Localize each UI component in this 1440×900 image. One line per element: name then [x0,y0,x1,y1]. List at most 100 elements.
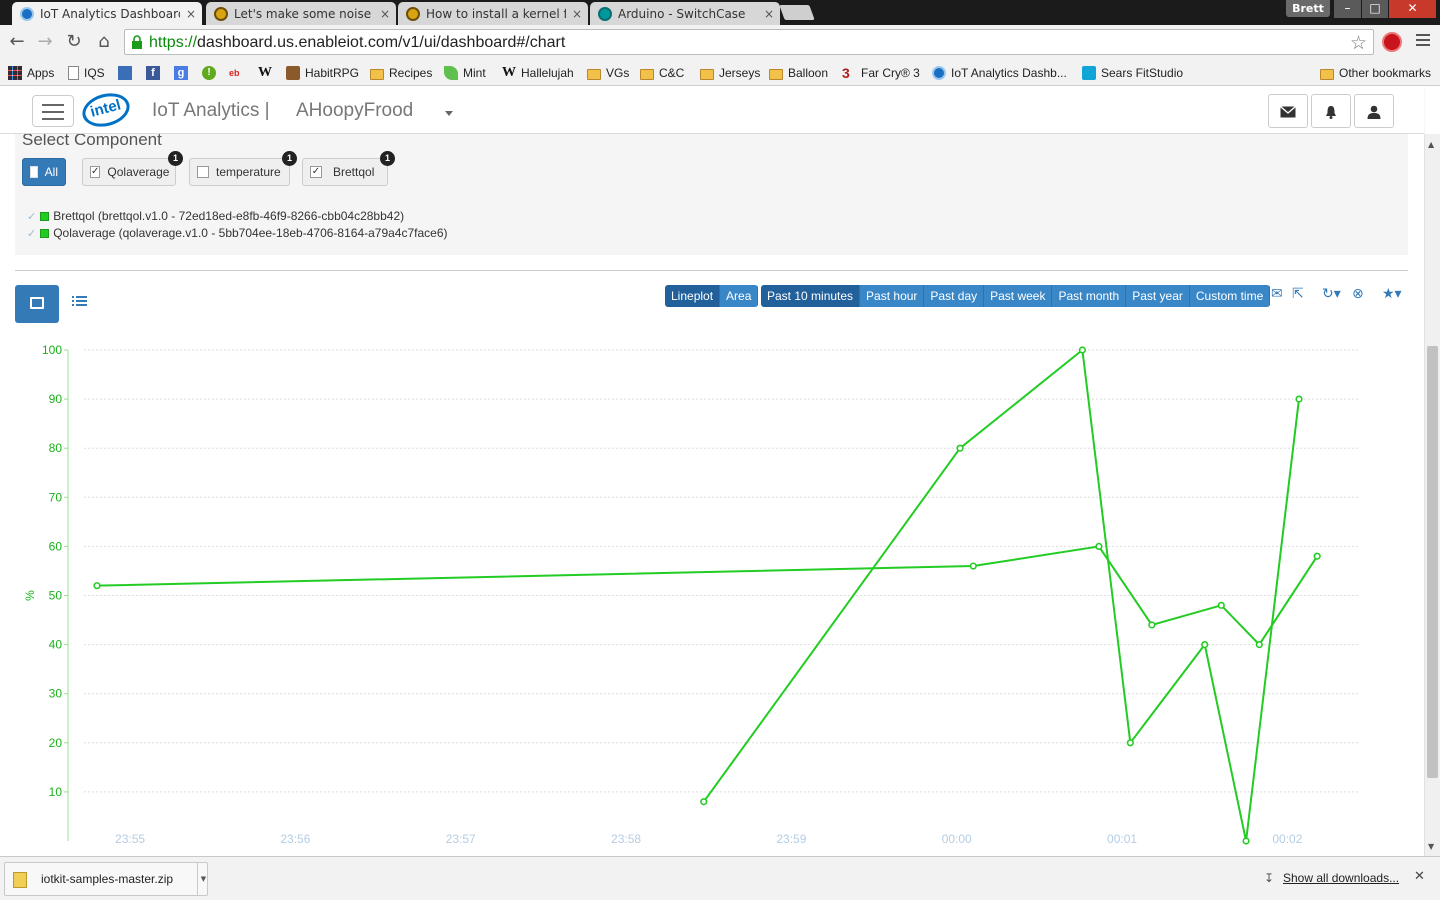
x-tick-label: 00:01 [1107,832,1137,846]
intel-logo: intel [78,88,134,132]
window-close-button[interactable]: ✕ [1389,0,1436,18]
component-temperature-toggle[interactable]: temperature 1 [189,151,297,186]
address-bar[interactable]: https://dashboard.us.enableiot.com/v1/ui… [124,29,1374,55]
notifications-button[interactable] [1311,94,1351,128]
chevron-down-icon[interactable] [445,111,453,116]
bookmark-star-icon[interactable]: ☆ [1350,32,1367,54]
sidebar-toggle-button[interactable] [32,95,74,127]
favorite-star-icon[interactable]: ★▾ [1382,286,1402,302]
clear-icon[interactable]: ⊗ [1352,286,1364,302]
data-point [700,798,708,806]
download-menu-chevron-icon[interactable]: ▼ [197,863,209,895]
page-scrollbar[interactable]: ▲ ▼ [1424,134,1440,856]
google-plus-icon: g [174,66,188,80]
tab-iot-analytics[interactable]: IoT Analytics Dashboard × [12,2,202,25]
bookmark-iot-analytics[interactable]: IoT Analytics Dashb... [932,63,1067,83]
data-point [1126,739,1134,747]
tab-close-icon[interactable]: × [764,7,774,21]
data-point [956,444,964,452]
tab-make-some-noise[interactable]: Let's make some noise (or × [206,2,396,25]
tab-close-icon[interactable]: × [380,7,390,21]
bookmark-sears-fitstudio[interactable]: Sears FitStudio [1082,63,1183,83]
bookmark-ebay[interactable]: eb [229,63,248,83]
bookmark-alert[interactable]: ! [202,63,221,83]
downloads-close-icon[interactable]: ✕ [1414,869,1425,884]
scrollbar-thumb[interactable] [1427,346,1438,778]
download-item[interactable]: iotkit-samples-master.zip ▼ [4,862,208,896]
forward-arrow-icon[interactable]: → [34,31,56,53]
bookmark-jerseys[interactable]: Jerseys [700,63,760,83]
bookmark-mint[interactable]: Mint [444,63,486,83]
bookmark-vgs[interactable]: VGs [587,63,629,83]
range-past-year[interactable]: Past year [1126,285,1190,307]
x-tick-label: 23:58 [611,832,641,846]
envelope-icon [1280,105,1296,118]
messages-button[interactable] [1268,94,1308,128]
bookmark-other-bookmarks[interactable]: Other bookmarks [1320,63,1431,83]
reload-icon[interactable]: ↻ [63,31,85,53]
tab-close-icon[interactable]: × [186,7,196,21]
wikipedia-icon: W [502,65,516,80]
bookmark-habitrpg[interactable]: HabitRPG [286,63,359,83]
email-icon[interactable]: ✉ [1271,286,1283,302]
range-past-10-minutes[interactable]: Past 10 minutes [761,285,861,307]
sears-icon [1082,66,1096,80]
range-past-day[interactable]: Past day [924,285,985,307]
bookmark-recipes[interactable]: Recipes [370,63,432,83]
tab-close-icon[interactable]: × [572,7,582,21]
y-tick-label: 70 [49,490,63,504]
tab-arduino-switchcase[interactable]: Arduino - SwitchCase × [590,2,780,25]
maximize-button[interactable]: □ [1362,0,1388,18]
select-component-title: Select Component [22,134,162,149]
profile-button[interactable] [1354,94,1394,128]
data-point [1255,641,1263,649]
scroll-up-icon[interactable]: ▲ [1428,140,1434,149]
adblock-extension-icon[interactable] [1382,32,1402,52]
export-icon[interactable]: ⇱ [1292,286,1304,302]
bookmark-far-cry[interactable]: 3 Far Cry® 3 [842,63,920,83]
range-past-hour[interactable]: Past hour [860,285,925,307]
tab-install-kernel[interactable]: How to install a kernel fro × [398,2,588,25]
bookmark-apps[interactable]: Apps [8,63,54,83]
bookmark-iqs[interactable]: IQS [68,63,105,83]
scroll-down-icon[interactable]: ▼ [1428,842,1434,851]
account-selector[interactable]: AHoopyFrood [296,100,413,122]
bookmark-cnc[interactable]: C&C [640,63,684,83]
x-tick-label: 00:00 [942,832,972,846]
range-custom-time[interactable]: Custom time [1189,285,1271,307]
refresh-icon[interactable]: ↻▾ [1322,286,1341,302]
checkbox-checked-icon: ✓ [310,166,322,178]
legend-item-qolaverage[interactable]: ✓ Qolaverage (qolaverage.v1.0 - 5bb704ee… [27,226,448,240]
new-tab-button[interactable] [779,5,815,20]
chrome-menu-icon[interactable] [1416,34,1430,48]
component-qolaverage-toggle[interactable]: ✓ Qolaverage 1 [82,151,183,186]
back-arrow-icon[interactable]: ← [6,31,28,53]
bookmark-hallelujah[interactable]: W Hallelujah [502,63,574,83]
chart-view-button[interactable] [15,285,59,323]
time-range-toggle: Past 10 minutes Past hour Past day Past … [761,285,1271,307]
bookmark-balloon[interactable]: Balloon [769,63,828,83]
list-view-button[interactable] [72,294,94,314]
select-all-button[interactable]: All [22,158,66,186]
line-chart: 10 20 30 40 50 60 70 80 90 100% 23:55 23:56 23:57 23:… [23,343,1360,846]
component-brettqol-toggle[interactable]: ✓ Brettqol 1 [302,151,395,186]
bookmark-mail[interactable] [118,63,137,83]
folder-icon [700,68,714,80]
legend-item-brettqol[interactable]: ✓ Brettqol (brettqol.v1.0 - 72ed18ed-e8f… [27,209,404,223]
lineplot-button[interactable]: Lineplot [665,285,721,307]
folder-icon [370,68,384,80]
bookmark-facebook[interactable]: f [146,63,165,83]
area-button[interactable]: Area [720,285,759,307]
range-past-week[interactable]: Past week [984,285,1053,307]
data-point [93,582,101,590]
bookmark-google-plus[interactable]: g [174,63,193,83]
bookmark-wikipedia[interactable]: W [258,63,277,83]
range-past-month[interactable]: Past month [1052,285,1127,307]
data-point [1201,641,1209,649]
show-all-downloads-link[interactable]: Show all downloads... [1283,871,1399,885]
tab-title: Arduino - SwitchCase [618,6,746,21]
home-icon[interactable]: ⌂ [93,31,115,53]
minimize-button[interactable]: – [1334,0,1361,18]
download-arrow-icon: ↧ [1264,871,1275,885]
profile-badge[interactable]: Brett [1286,0,1330,17]
